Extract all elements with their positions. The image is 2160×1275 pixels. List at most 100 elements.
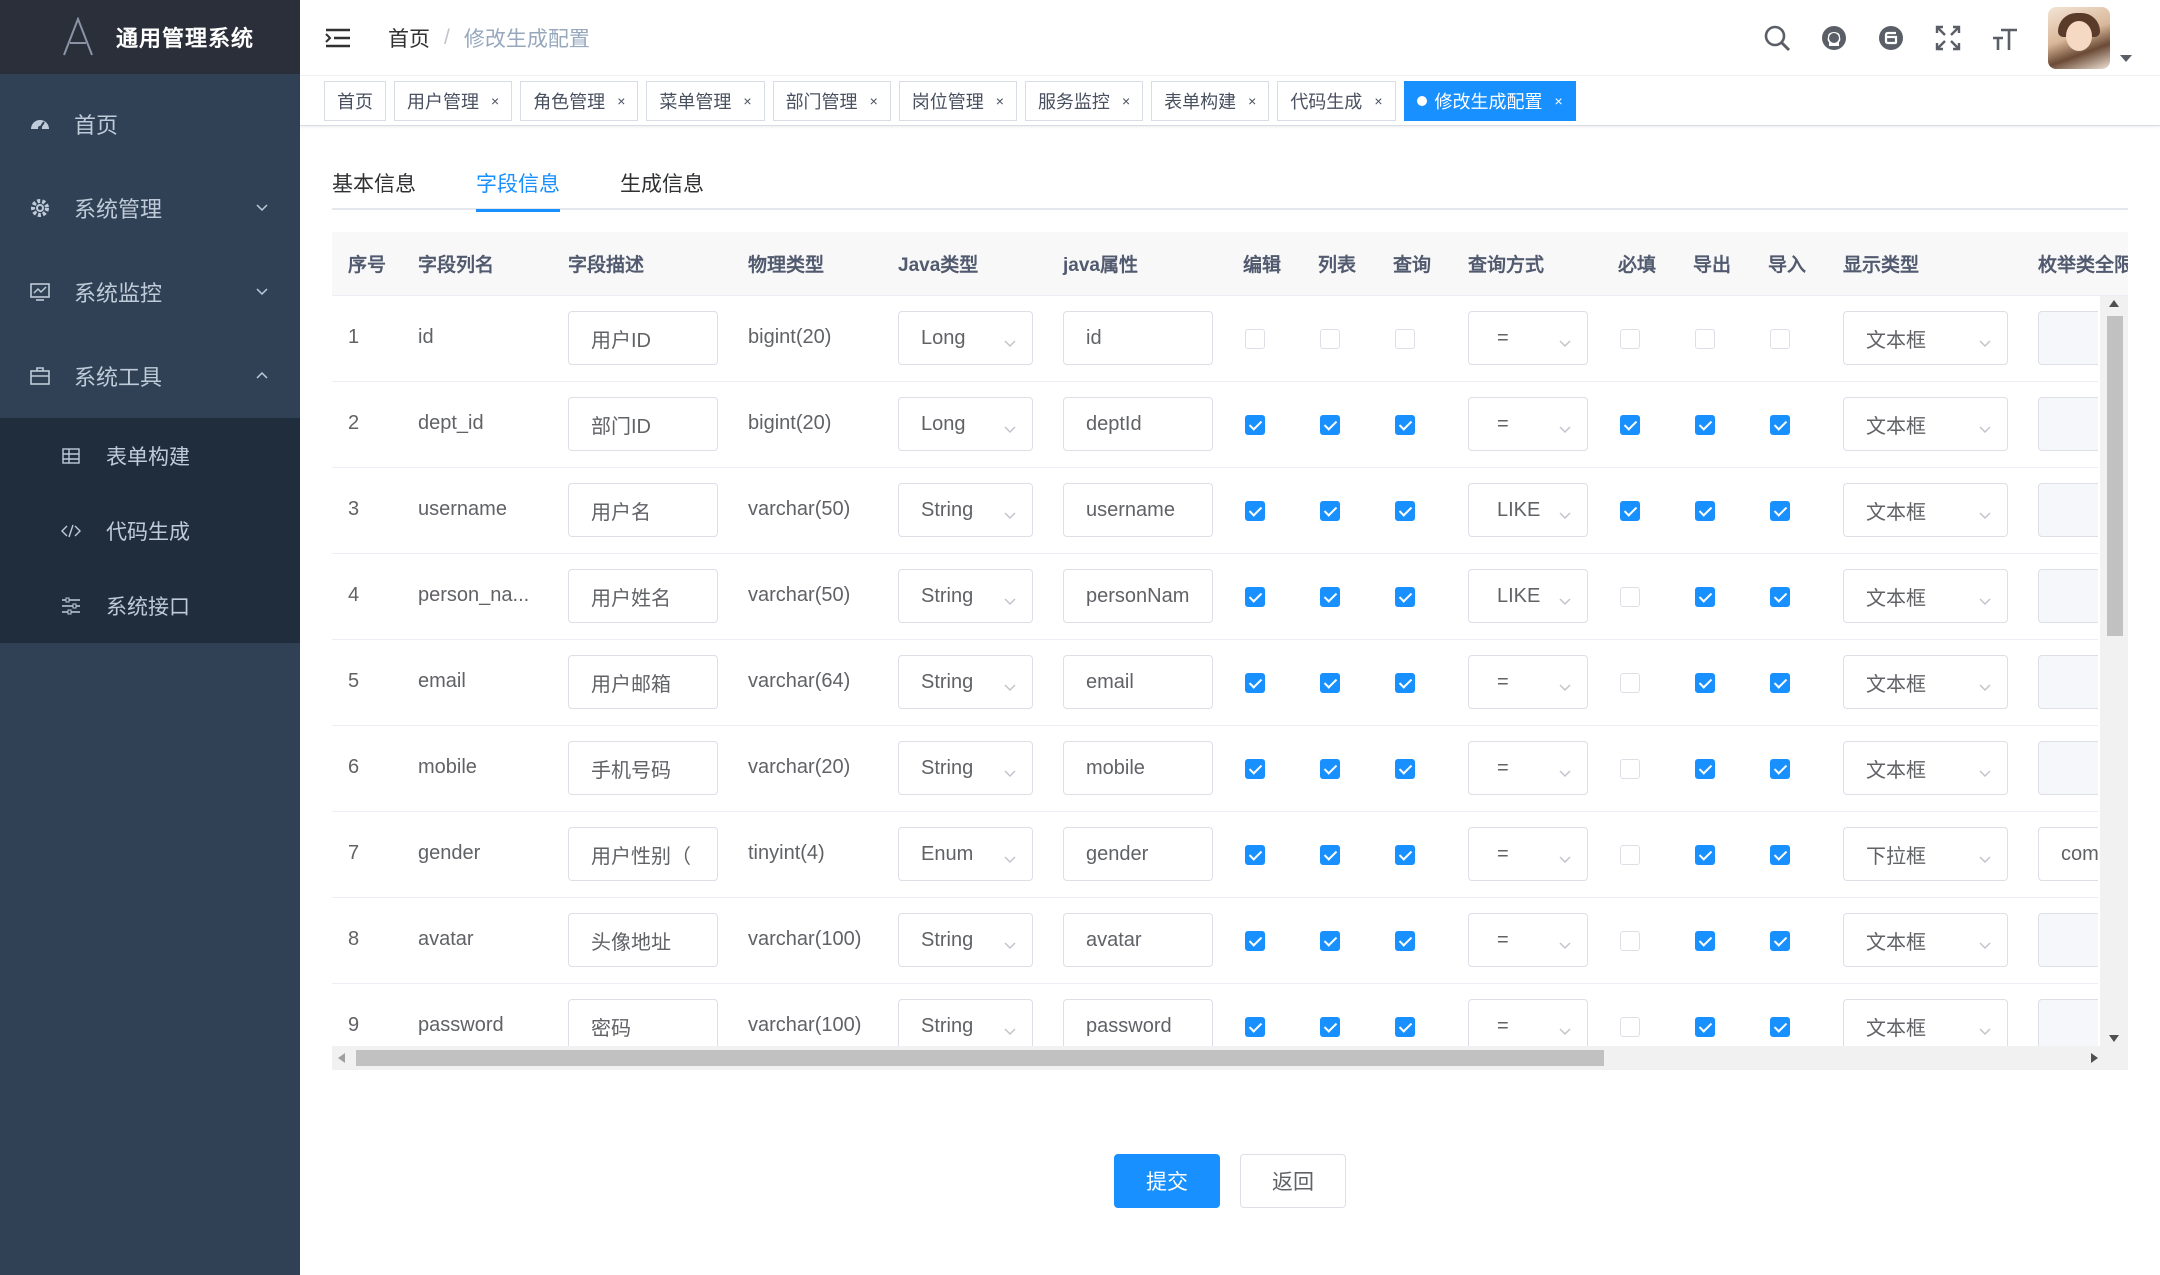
export-checkbox[interactable] — [1695, 1017, 1715, 1037]
display-type-select[interactable]: 下拉框 — [1843, 827, 2008, 881]
enum-class-input[interactable] — [2038, 397, 2098, 451]
sidebar-item-form-build[interactable]: 表单构建 — [0, 418, 300, 493]
query-checkbox[interactable] — [1395, 329, 1415, 349]
query-type-select[interactable]: LIKE — [1468, 569, 1588, 623]
horizontal-scrollbar[interactable] — [332, 1046, 2128, 1070]
tag-code-gen[interactable]: 代码生成 × — [1277, 80, 1396, 121]
edit-checkbox[interactable] — [1245, 415, 1265, 435]
required-checkbox[interactable] — [1620, 1017, 1640, 1037]
import-checkbox[interactable] — [1770, 759, 1790, 779]
export-checkbox[interactable] — [1695, 501, 1715, 521]
edit-checkbox[interactable] — [1245, 759, 1265, 779]
java-type-select[interactable]: Long — [898, 397, 1033, 451]
hamburger-icon[interactable] — [324, 26, 352, 50]
tag-dept-management[interactable]: 部门管理 × — [772, 80, 891, 121]
field-desc-input[interactable]: 头像地址 — [568, 913, 718, 967]
tag-post-management[interactable]: 岗位管理 × — [898, 80, 1017, 121]
sidebar-item-system-monitor[interactable]: 系统监控 — [0, 250, 300, 334]
field-desc-input[interactable]: 密码 — [568, 999, 718, 1046]
java-prop-input[interactable]: personNam — [1063, 569, 1213, 623]
close-icon[interactable]: × — [996, 93, 1004, 109]
query-type-select[interactable]: = — [1468, 913, 1588, 967]
field-desc-input[interactable]: 用户姓名 — [568, 569, 718, 623]
sidebar-item-system-management[interactable]: 系统管理 — [0, 166, 300, 250]
sidebar-item-system-tools[interactable]: 系统工具 — [0, 334, 300, 418]
query-checkbox[interactable] — [1395, 845, 1415, 865]
export-checkbox[interactable] — [1695, 587, 1715, 607]
query-type-select[interactable]: = — [1468, 999, 1588, 1046]
tag-server-monitor[interactable]: 服务监控 × — [1024, 80, 1144, 121]
field-desc-input[interactable]: 用户邮箱 — [568, 655, 718, 709]
java-type-select[interactable]: Long — [898, 311, 1033, 365]
edit-checkbox[interactable] — [1245, 587, 1265, 607]
required-checkbox[interactable] — [1620, 673, 1640, 693]
java-type-select[interactable]: String — [898, 741, 1033, 795]
import-checkbox[interactable] — [1770, 845, 1790, 865]
java-prop-input[interactable]: gender — [1063, 827, 1213, 881]
github-icon[interactable] — [1818, 22, 1850, 54]
query-type-select[interactable]: LIKE — [1468, 483, 1588, 537]
display-type-select[interactable]: 文本框 — [1843, 913, 2008, 967]
query-checkbox[interactable] — [1395, 501, 1415, 521]
query-type-select[interactable]: = — [1468, 655, 1588, 709]
java-prop-input[interactable]: avatar — [1063, 913, 1213, 967]
sidebar-item-system-api[interactable]: 系统接口 — [0, 568, 300, 643]
import-checkbox[interactable] — [1770, 501, 1790, 521]
close-icon[interactable]: × — [491, 93, 499, 109]
enum-class-input[interactable]: com — [2038, 827, 2098, 881]
import-checkbox[interactable] — [1770, 931, 1790, 951]
query-checkbox[interactable] — [1395, 673, 1415, 693]
sidebar-item-home[interactable]: 首页 — [0, 82, 300, 166]
close-icon[interactable]: × — [1248, 93, 1256, 109]
close-icon[interactable]: × — [1122, 93, 1130, 109]
enum-class-input[interactable] — [2038, 913, 2098, 967]
tag-role-management[interactable]: 角色管理 × — [520, 80, 639, 121]
tag-menu-management[interactable]: 菜单管理 × — [646, 80, 765, 121]
edit-checkbox[interactable] — [1245, 673, 1265, 693]
breadcrumb-home[interactable]: 首页 — [388, 23, 430, 53]
display-type-select[interactable]: 文本框 — [1843, 741, 2008, 795]
list-checkbox[interactable] — [1320, 673, 1340, 693]
java-type-select[interactable]: String — [898, 569, 1033, 623]
list-checkbox[interactable] — [1320, 415, 1340, 435]
java-prop-input[interactable]: email — [1063, 655, 1213, 709]
java-type-select[interactable]: String — [898, 483, 1033, 537]
submit-button[interactable]: 提交 — [1114, 1154, 1220, 1208]
gitee-icon[interactable] — [1875, 22, 1907, 54]
search-icon[interactable] — [1761, 22, 1793, 54]
java-prop-input[interactable]: mobile — [1063, 741, 1213, 795]
display-type-select[interactable]: 文本框 — [1843, 999, 2008, 1046]
java-prop-input[interactable]: username — [1063, 483, 1213, 537]
query-checkbox[interactable] — [1395, 759, 1415, 779]
tab-field-info[interactable]: 字段信息 — [476, 150, 560, 212]
export-checkbox[interactable] — [1695, 415, 1715, 435]
field-desc-input[interactable]: 用户名 — [568, 483, 718, 537]
query-checkbox[interactable] — [1395, 931, 1415, 951]
display-type-select[interactable]: 文本框 — [1843, 311, 2008, 365]
tab-basic-info[interactable]: 基本信息 — [332, 150, 416, 210]
enum-class-input[interactable] — [2038, 483, 2098, 537]
field-desc-input[interactable]: 用户性别（ — [568, 827, 718, 881]
back-button[interactable]: 返回 — [1240, 1154, 1346, 1208]
java-prop-input[interactable]: id — [1063, 311, 1213, 365]
query-checkbox[interactable] — [1395, 587, 1415, 607]
export-checkbox[interactable] — [1695, 673, 1715, 693]
export-checkbox[interactable] — [1695, 329, 1715, 349]
required-checkbox[interactable] — [1620, 415, 1640, 435]
list-checkbox[interactable] — [1320, 1017, 1340, 1037]
export-checkbox[interactable] — [1695, 759, 1715, 779]
vertical-scrollbar[interactable] — [2100, 296, 2128, 1046]
display-type-select[interactable]: 文本框 — [1843, 569, 2008, 623]
sidebar-item-code-gen[interactable]: 代码生成 — [0, 493, 300, 568]
enum-class-input[interactable] — [2038, 569, 2098, 623]
query-type-select[interactable]: = — [1468, 741, 1588, 795]
display-type-select[interactable]: 文本框 — [1843, 655, 2008, 709]
query-checkbox[interactable] — [1395, 1017, 1415, 1037]
list-checkbox[interactable] — [1320, 845, 1340, 865]
list-checkbox[interactable] — [1320, 587, 1340, 607]
java-prop-input[interactable]: deptId — [1063, 397, 1213, 451]
java-type-select[interactable]: String — [898, 655, 1033, 709]
list-checkbox[interactable] — [1320, 931, 1340, 951]
caret-down-icon[interactable] — [2120, 54, 2132, 62]
field-desc-input[interactable]: 手机号码 — [568, 741, 718, 795]
